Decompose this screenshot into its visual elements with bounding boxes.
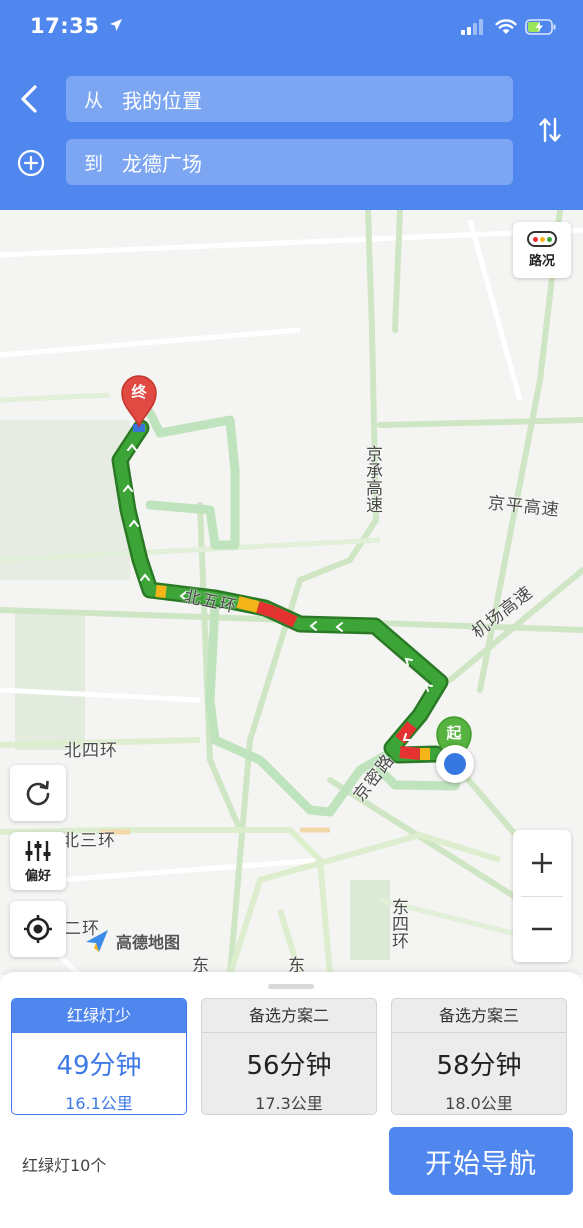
amap-logo-text: 高德地图 [116,933,181,952]
end-marker-label: 终 [131,383,147,401]
traffic-lights-count: 红绿灯10个 [22,1156,107,1175]
route-option-time: 56分钟 [246,1051,332,1081]
refresh-button[interactable] [10,765,66,821]
route-option-distance: 18.0公里 [445,1094,513,1113]
destination-prefix: 到 [84,152,104,175]
status-time-text: 17:35 [30,14,100,38]
route-map[interactable]: 京承高速 京平高速 机场高速 北五环 北四环 北三环 京密路 东四环 二环 东 … [0,210,583,975]
refresh-icon [26,780,50,806]
zoom-out-button[interactable] [513,896,571,962]
wifi-icon [495,19,517,34]
start-marker-label: 起 [446,724,462,742]
crosshair-icon [24,915,52,943]
route-option-3[interactable]: 备选方案三 58分钟 18.0公里 [391,998,567,1115]
zoom-controls [513,830,571,962]
road-label-jingcheng: 京承高速 [362,445,382,513]
status-bar: 17:35 [0,0,583,56]
status-icons [461,16,557,38]
origin-prefix: 从 [84,89,104,112]
destination-field[interactable]: 到 龙德广场 [66,139,513,185]
back-button[interactable] [14,82,44,116]
origin-field[interactable]: 从 我的位置 [66,76,513,122]
location-arrow-icon [110,19,123,31]
status-time: 17:35 [30,14,123,38]
route-option-time: 58分钟 [436,1051,522,1081]
minus-icon [532,927,552,931]
route-option-distance: 17.3公里 [255,1094,323,1113]
map-canvas [0,210,583,975]
route-option-title: 备选方案三 [392,999,566,1033]
preference-label: 偏好 [24,868,51,884]
plus-icon [532,853,552,873]
route-search-header: 17:35 从 我的位置 到 龙德广场 [0,0,583,210]
destination-value: 龙德广场 [122,151,202,176]
plus-circle-icon [17,149,45,177]
zoom-in-button[interactable] [513,830,571,896]
route-options-panel: 红绿灯少 49分钟 16.1公里 备选方案二 56分钟 17.3公里 备选方案三… [0,972,583,1228]
road-label-north-3rd-ring: 北三环 [62,831,116,851]
cellular-signal-icon [461,19,483,35]
route-option-time: 49分钟 [56,1051,142,1081]
add-waypoint-button[interactable] [16,148,46,178]
swap-arrows-icon [539,117,561,143]
battery-charging-icon [525,19,556,35]
locate-me-button[interactable] [10,901,66,957]
route-option-2[interactable]: 备选方案二 56分钟 17.3公里 [201,998,377,1115]
preference-button[interactable]: 偏好 [10,832,66,890]
traffic-toggle-label: 路况 [528,254,555,269]
amap-logo-icon [86,930,108,952]
route-option-1[interactable]: 红绿灯少 49分钟 16.1公里 [11,998,187,1115]
current-location-dot [436,745,474,783]
swap-origin-destination-button[interactable] [533,112,567,148]
amap-logo: 高德地图 [84,928,180,954]
road-label-north-4th-ring: 北四环 [64,741,118,761]
road-label-east-4th-ring: 东四环 [388,898,408,949]
route-option-title: 红绿灯少 [12,999,186,1033]
route-option-distance: 16.1公里 [65,1094,133,1113]
traffic-toggle-button[interactable]: 路况 [513,222,571,278]
traffic-light-icon [527,231,557,247]
equalizer-icon [25,840,51,861]
route-option-title: 备选方案二 [202,999,376,1033]
origin-value: 我的位置 [122,88,202,113]
chevron-left-icon [21,85,37,113]
zoom-divider [521,896,563,897]
start-navigation-button[interactable]: 开始导航 [389,1127,573,1195]
current-location-inner [444,753,466,775]
end-marker[interactable]: 终 [119,374,159,428]
panel-drag-handle[interactable] [268,984,314,989]
